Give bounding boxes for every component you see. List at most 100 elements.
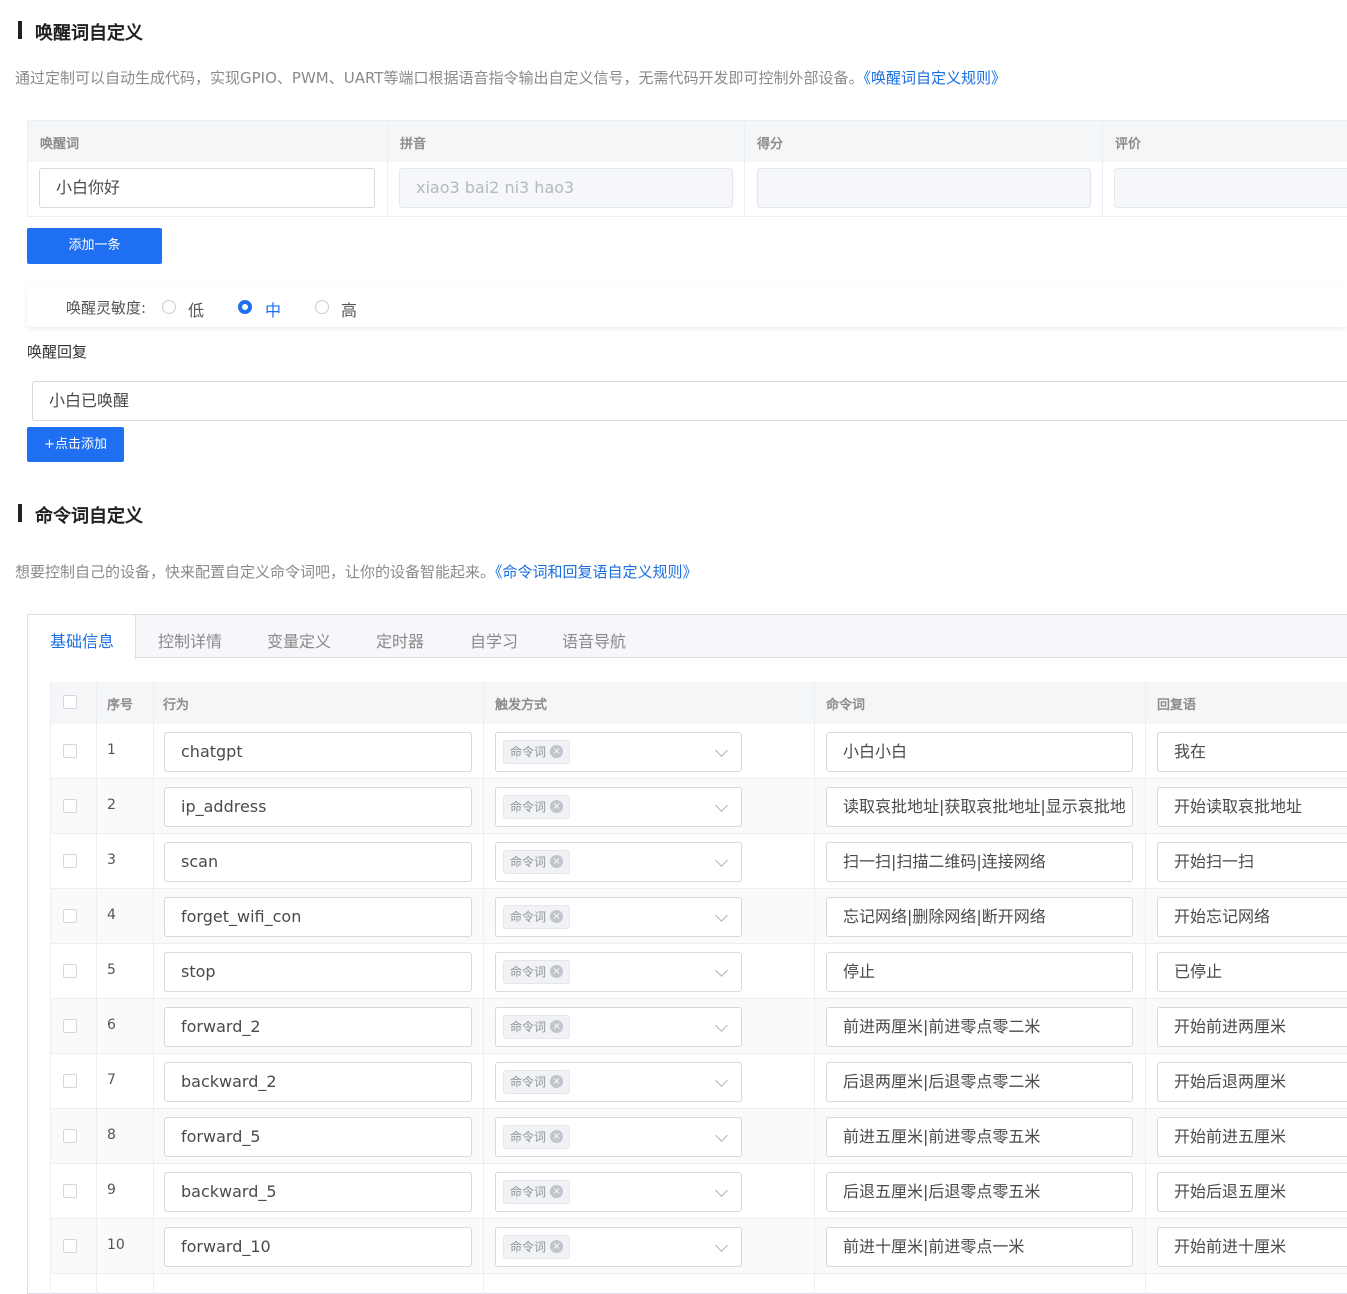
reply-input[interactable]: 开始后退五厘米 <box>1157 1172 1347 1212</box>
col-divider <box>387 121 388 217</box>
tab-self-learning[interactable]: 自学习 <box>470 628 518 652</box>
command-word-input[interactable]: 小白小白 <box>826 732 1133 772</box>
tab-timer[interactable]: 定时器 <box>376 628 424 652</box>
table-left-border <box>50 682 51 1294</box>
header-trigger: 触发方式 <box>495 698 548 713</box>
reply-input[interactable]: 开始后退两厘米 <box>1157 1062 1347 1102</box>
row-seq: 4 <box>107 907 116 923</box>
command-word-input[interactable]: 扫一扫|扫描二维码|连接网络 <box>826 842 1133 882</box>
sensitivity-medium-label[interactable]: 中 <box>265 297 281 321</box>
header-score: 得分 <box>757 137 784 152</box>
row-divider <box>50 998 1347 999</box>
trigger-tag: 命令词 × <box>503 1015 571 1039</box>
tag-close-icon[interactable]: × <box>550 855 564 868</box>
tab-variable-definition[interactable]: 变量定义 <box>267 628 331 652</box>
row-checkbox[interactable] <box>63 1184 77 1198</box>
row-checkbox[interactable] <box>63 964 77 978</box>
action-input[interactable]: forward_2 <box>164 1007 472 1047</box>
sensitivity-medium-radio[interactable] <box>238 300 252 314</box>
command-word-input[interactable]: 前进五厘米|前进零点零五米 <box>826 1117 1133 1157</box>
reply-input[interactable]: 开始读取哀批地址 <box>1157 787 1347 827</box>
wake-rules-link[interactable]: 《唤醒词自定义规则》 <box>863 69 1006 87</box>
wake-reply-input[interactable]: 小白已唤醒 <box>32 381 1347 421</box>
command-word-input[interactable]: 后退五厘米|后退零点零五米 <box>826 1172 1133 1212</box>
tag-close-icon[interactable]: × <box>550 800 564 813</box>
reply-input[interactable]: 开始前进十厘米 <box>1157 1227 1347 1267</box>
tag-close-icon[interactable]: × <box>550 745 564 758</box>
action-input[interactable]: forward_5 <box>164 1117 472 1157</box>
command-rules-link[interactable]: 《命令词和回复语自定义规则》 <box>495 563 698 581</box>
column-divider <box>483 682 484 1294</box>
tag-close-icon[interactable]: × <box>550 1240 564 1253</box>
action-input[interactable]: forget_wifi_con <box>164 897 472 937</box>
action-input[interactable]: stop <box>164 952 472 992</box>
trigger-tag-label: 命令词 <box>510 800 547 814</box>
column-divider <box>1145 682 1146 1294</box>
row-checkbox[interactable] <box>63 1129 77 1143</box>
row-checkbox[interactable] <box>63 909 77 923</box>
row-checkbox[interactable] <box>63 744 77 758</box>
row-divider <box>50 1108 1347 1109</box>
row-divider <box>50 943 1347 944</box>
row-checkbox[interactable] <box>63 1239 77 1253</box>
sensitivity-high-radio[interactable] <box>315 300 329 314</box>
row-checkbox[interactable] <box>63 799 77 813</box>
trigger-tag: 命令词 × <box>503 960 571 984</box>
tag-close-icon[interactable]: × <box>550 1020 564 1033</box>
wake-word-input[interactable]: 小白你好 <box>39 168 375 208</box>
sensitivity-low-radio[interactable] <box>162 300 176 314</box>
trigger-tag: 命令词 × <box>503 1125 571 1149</box>
action-input[interactable]: forward_10 <box>164 1227 472 1267</box>
trigger-tag: 命令词 × <box>503 850 571 874</box>
action-input[interactable]: backward_5 <box>164 1172 472 1212</box>
reply-input[interactable]: 开始前进五厘米 <box>1157 1117 1347 1157</box>
reply-input[interactable]: 已停止 <box>1157 952 1347 992</box>
row-seq: 5 <box>107 962 116 978</box>
tag-close-icon[interactable]: × <box>550 1185 564 1198</box>
sensitivity-label: 唤醒灵敏度: <box>66 299 147 317</box>
command-word-input[interactable]: 忘记网络|删除网络|断开网络 <box>826 897 1133 937</box>
row-divider <box>50 1218 1347 1219</box>
command-word-input[interactable]: 前进十厘米|前进零点一米 <box>826 1227 1133 1267</box>
tab-control-details[interactable]: 控制详情 <box>158 628 222 652</box>
row-divider <box>50 1163 1347 1164</box>
row-seq: 2 <box>107 797 116 813</box>
header-reply: 回复语 <box>1157 698 1197 713</box>
wake-section-title: 唤醒词自定义 <box>35 23 143 44</box>
sensitivity-high-label[interactable]: 高 <box>341 297 357 321</box>
command-word-input[interactable]: 后退两厘米|后退零点零二米 <box>826 1062 1133 1102</box>
tag-close-icon[interactable]: × <box>550 965 564 978</box>
reply-input[interactable]: 开始忘记网络 <box>1157 897 1347 937</box>
tab-voice-navigation[interactable]: 语音导航 <box>562 628 626 652</box>
wake-description-text: 通过定制可以自动生成代码，实现GPIO、PWM、UART等端口根据语音指令输出自… <box>15 69 864 87</box>
add-reply-button[interactable]: +点击添加 <box>27 427 124 462</box>
reply-input[interactable]: 开始前进两厘米 <box>1157 1007 1347 1047</box>
command-word-input[interactable]: 停止 <box>826 952 1133 992</box>
trigger-tag-label: 命令词 <box>510 855 547 869</box>
tab-basic-info[interactable]: 基础信息 <box>50 628 114 652</box>
row-checkbox[interactable] <box>63 1019 77 1033</box>
tag-close-icon[interactable]: × <box>550 1075 564 1088</box>
tag-close-icon[interactable]: × <box>550 910 564 923</box>
row-seq: 8 <box>107 1127 116 1143</box>
select-all-checkbox[interactable] <box>63 695 77 709</box>
row-seq: 3 <box>107 852 116 868</box>
row-checkbox[interactable] <box>63 1074 77 1088</box>
command-word-input[interactable]: 前进两厘米|前进零点零二米 <box>826 1007 1133 1047</box>
reply-input[interactable]: 我在 <box>1157 732 1347 772</box>
trigger-tag: 命令词 × <box>503 905 571 929</box>
tag-close-icon[interactable]: × <box>550 1130 564 1143</box>
action-input[interactable]: scan <box>164 842 472 882</box>
command-word-input[interactable]: 读取哀批地址|获取哀批地址|显示哀批地 <box>826 787 1133 827</box>
action-input[interactable]: ip_address <box>164 787 472 827</box>
header-seq: 序号 <box>107 698 134 713</box>
reply-input[interactable]: 开始扫一扫 <box>1157 842 1347 882</box>
sensitivity-low-label[interactable]: 低 <box>188 297 204 321</box>
action-input[interactable]: chatgpt <box>164 732 472 772</box>
add-row-button[interactable]: 添加一条 <box>27 228 162 264</box>
row-checkbox[interactable] <box>63 854 77 868</box>
row-divider <box>50 1273 1347 1274</box>
command-description-text: 想要控制自己的设备，快来配置自定义命令词吧，让你的设备智能起来。 <box>15 563 496 581</box>
action-input[interactable]: backward_2 <box>164 1062 472 1102</box>
column-divider <box>96 682 97 1294</box>
